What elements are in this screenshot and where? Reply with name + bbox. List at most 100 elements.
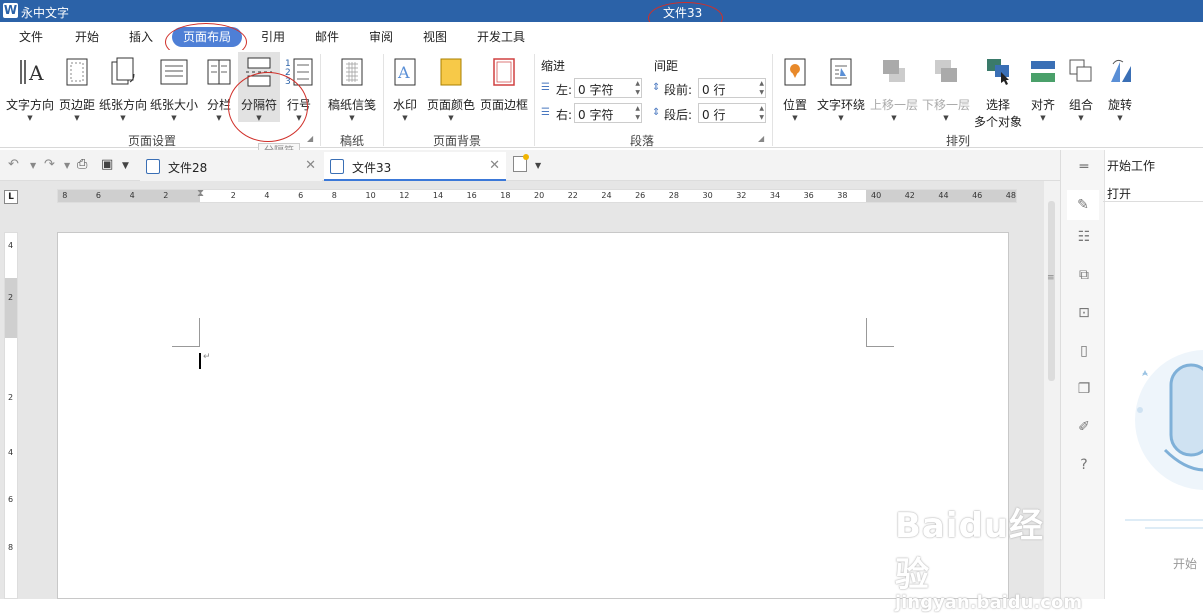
pane-menu-icon[interactable]: ═ bbox=[1075, 158, 1093, 176]
ruler-tick-label: 22 bbox=[567, 191, 578, 200]
ruler-tick-label: 32 bbox=[736, 191, 747, 200]
watermark-button[interactable]: A 水印 ▼ bbox=[388, 52, 422, 122]
spinner-arrows-icon[interactable]: ▲ ▼ bbox=[635, 104, 640, 122]
menu-review[interactable]: 审阅 bbox=[364, 27, 398, 47]
undo-icon[interactable]: ↶ bbox=[8, 157, 19, 172]
scrollbar-thumb[interactable] bbox=[1048, 201, 1055, 381]
close-tab-icon[interactable]: ✕ bbox=[489, 158, 500, 173]
ruler-tick-label: 48 bbox=[1005, 191, 1016, 200]
spacing-after-value: 0 行 bbox=[702, 108, 726, 122]
new-document-icon[interactable] bbox=[513, 154, 529, 172]
close-tab-icon[interactable]: ✕ bbox=[305, 158, 316, 173]
svg-text:A: A bbox=[397, 63, 410, 82]
task-pane-toolbar: ═ ✎ ☷ ⧉ ⊡ ▯ ❐ ✐ ? bbox=[1061, 150, 1105, 599]
indent-label: 缩进 bbox=[541, 59, 566, 73]
scroll-grip-icon: ≡ bbox=[1047, 273, 1055, 283]
menu-home[interactable]: 开始 bbox=[70, 27, 104, 47]
manuscript-label: 稿纸信笺 bbox=[327, 98, 376, 112]
corner-mark-top-left bbox=[172, 318, 200, 347]
svg-text:A: A bbox=[28, 61, 44, 85]
lock-icon[interactable]: ⊡ bbox=[1075, 304, 1093, 322]
save-icon[interactable]: ▣ bbox=[101, 157, 113, 172]
undo-dropdown-icon[interactable]: ▼ bbox=[30, 161, 36, 170]
select-objects-button[interactable]: 选择 多个对象 bbox=[972, 52, 1024, 129]
ruler-tick-label: 8 bbox=[62, 191, 68, 200]
tab-stop-selector[interactable]: L bbox=[4, 190, 18, 204]
line-numbers-button[interactable]: 123 行号 ▼ bbox=[282, 52, 316, 122]
manuscript-button[interactable]: 稿纸信笺 ▼ bbox=[324, 52, 380, 122]
print-preview-icon[interactable]: ⎙ bbox=[77, 157, 87, 172]
redo-dropdown-icon[interactable]: ▼ bbox=[64, 161, 70, 170]
align-label: 对齐 bbox=[1030, 98, 1055, 112]
menu-references[interactable]: 引用 bbox=[256, 27, 290, 47]
help-icon[interactable]: ? bbox=[1075, 456, 1093, 474]
text-direction-button[interactable]: A 文字方向 ▼ bbox=[4, 52, 56, 122]
tab-document-28[interactable]: 文件28 ✕ bbox=[140, 152, 322, 181]
menu-file[interactable]: 文件 bbox=[14, 27, 48, 47]
spinner-arrows-icon[interactable]: ▲ ▼ bbox=[759, 79, 764, 97]
breaks-button[interactable]: 分隔符 ▼ bbox=[238, 52, 280, 122]
ruler-top-margin bbox=[5, 278, 17, 338]
paper-size-button[interactable]: 纸张大小 ▼ bbox=[148, 52, 200, 122]
horizontal-ruler[interactable]: 8 6 4 2 2 4 6 8 10 12 14 16 18 20 22 24 26 28 30 32 34 36 38 40… bbox=[57, 188, 1017, 203]
ruler-tick-label: 12 bbox=[399, 191, 410, 200]
indent-left-input[interactable]: 0 字符 ▲ ▼ bbox=[574, 78, 642, 98]
open-link[interactable]: 打开 bbox=[1107, 185, 1131, 202]
orientation-button[interactable]: 纸张方向 ▼ bbox=[98, 52, 148, 122]
separator bbox=[534, 54, 535, 146]
menu-mailings[interactable]: 邮件 bbox=[310, 27, 344, 47]
menu-insert[interactable]: 插入 bbox=[124, 27, 158, 47]
ruler-tick-label: 6 bbox=[298, 191, 304, 200]
redo-icon[interactable]: ↷ bbox=[44, 157, 55, 172]
indent-marker-icon[interactable]: ⧗ bbox=[197, 188, 204, 199]
columns-button[interactable]: 分栏 ▼ bbox=[202, 52, 236, 122]
vertical-ruler[interactable]: 4 2 2 4 6 8 bbox=[4, 232, 18, 599]
title-bar: W 永中文字 文件33 bbox=[0, 0, 1203, 22]
position-button[interactable]: 位置 ▼ bbox=[778, 52, 812, 122]
indent-right-input[interactable]: 0 字符 ▲ ▼ bbox=[574, 103, 642, 123]
ruler-tick-label: 20 bbox=[534, 191, 545, 200]
spacing-after-icon: ⇕ bbox=[652, 107, 661, 118]
ruler-tick-label: 42 bbox=[904, 191, 915, 200]
new-tab-dropdown-icon[interactable]: ▼ bbox=[535, 161, 541, 170]
menu-view[interactable]: 视图 bbox=[418, 27, 452, 47]
clipboard-icon[interactable]: ▯ bbox=[1075, 342, 1093, 360]
margins-button[interactable]: 页边距 ▼ bbox=[56, 52, 98, 122]
paragraph-launcher-icon[interactable]: ◢ bbox=[758, 134, 764, 143]
ruler-tick-label: 36 bbox=[803, 191, 814, 200]
margins-label: 页边距 bbox=[58, 98, 95, 112]
tab-document-33[interactable]: 文件33 ✕ bbox=[324, 152, 506, 181]
tab-name: 文件28 bbox=[168, 161, 208, 175]
vertical-scrollbar[interactable]: ≡ bbox=[1044, 181, 1060, 599]
menu-bar: 文件 开始 插入 页面布局 引用 邮件 审阅 视图 开发工具 bbox=[0, 22, 1203, 50]
spacing-after-input[interactable]: 0 行 ▲ ▼ bbox=[698, 103, 766, 123]
copy-icon[interactable]: ❐ bbox=[1075, 380, 1093, 398]
text-direction-label: 文字方向 bbox=[5, 98, 54, 112]
baidu-watermark: Baidu经验 jingyan.baidu.com bbox=[895, 498, 1082, 613]
sliders-icon[interactable]: ☷ bbox=[1075, 228, 1093, 246]
text-cursor bbox=[199, 353, 201, 369]
group-button[interactable]: 组合 ▼ bbox=[1064, 52, 1098, 122]
menu-page-layout[interactable]: 页面布局 bbox=[172, 27, 242, 47]
rotate-button[interactable]: 旋转 ▼ bbox=[1102, 52, 1138, 122]
bring-forward-button[interactable]: 上移一层 ▼ bbox=[868, 52, 920, 122]
document-page[interactable] bbox=[57, 232, 1009, 599]
spacing-before-input[interactable]: 0 行 ▲ ▼ bbox=[698, 78, 766, 98]
menu-developer[interactable]: 开发工具 bbox=[472, 27, 530, 47]
ruler-tick-label: 4 bbox=[8, 448, 14, 457]
paragraph-group-label: 段落 bbox=[629, 134, 654, 148]
layers-icon[interactable]: ⧉ bbox=[1075, 266, 1093, 284]
send-backward-button[interactable]: 下移一层 ▼ bbox=[920, 52, 972, 122]
page-color-button[interactable]: 页面颜色 ▼ bbox=[424, 52, 478, 122]
spinner-arrows-icon[interactable]: ▲ ▼ bbox=[635, 79, 640, 97]
align-button[interactable]: 对齐 ▼ bbox=[1026, 52, 1060, 122]
customize-toolbar-icon[interactable]: ▼ bbox=[122, 161, 129, 171]
page-border-button[interactable]: 页面边框 bbox=[478, 52, 530, 122]
ruler-tick-label: 38 bbox=[837, 191, 848, 200]
pencil-icon[interactable]: ✎ bbox=[1067, 190, 1099, 220]
orientation-icon bbox=[111, 57, 135, 85]
spinner-arrows-icon[interactable]: ▲ ▼ bbox=[759, 104, 764, 122]
page-setup-launcher-icon[interactable]: ◢ bbox=[307, 134, 313, 143]
edit-icon[interactable]: ✐ bbox=[1075, 418, 1093, 436]
text-wrap-button[interactable]: 文字环绕 ▼ bbox=[814, 52, 868, 122]
